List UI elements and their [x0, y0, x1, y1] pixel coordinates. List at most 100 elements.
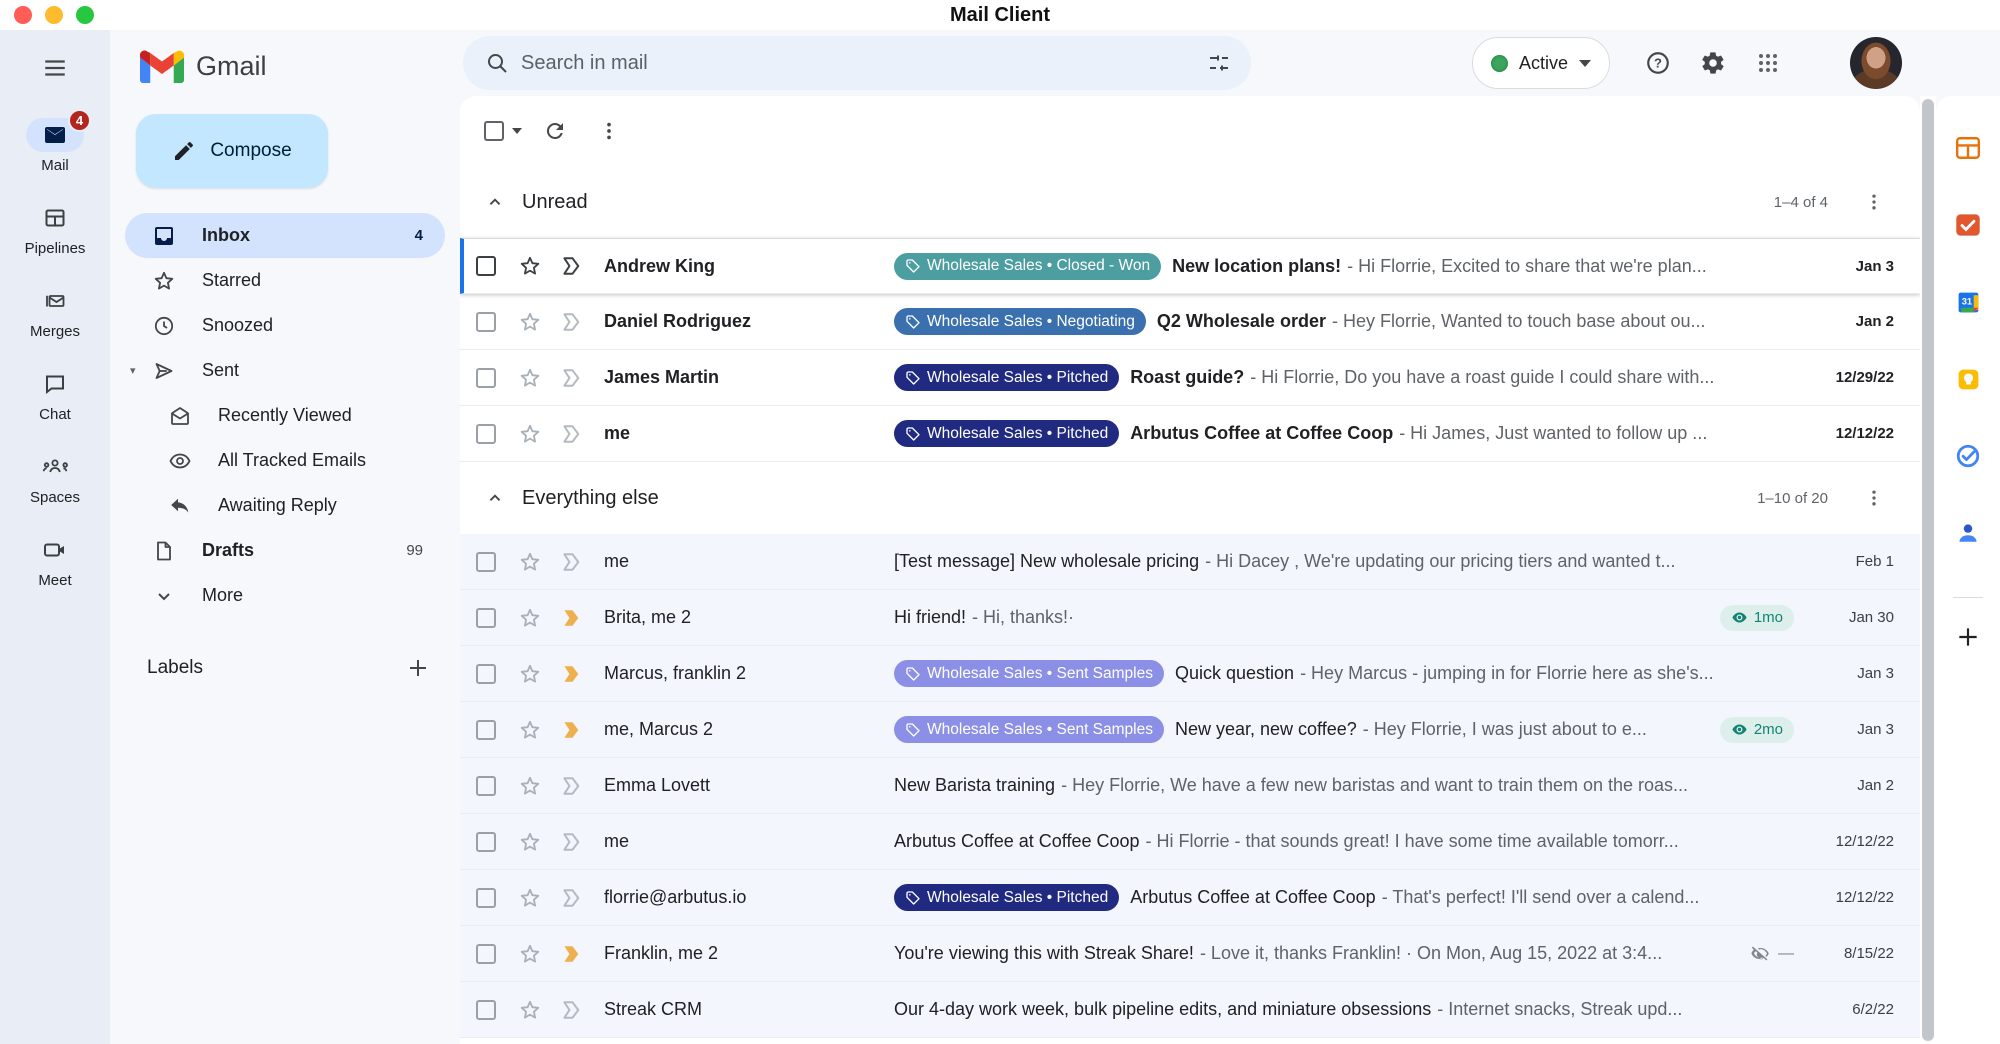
email-checkbox[interactable] [476, 608, 496, 628]
list-scrollbar[interactable] [1920, 96, 1936, 1044]
sidebar-item-more[interactable]: More [110, 573, 445, 618]
gear-icon[interactable] [1689, 39, 1737, 87]
more-options-kebab-icon[interactable] [588, 110, 630, 152]
tasks-icon[interactable] [1954, 443, 1982, 469]
streak-box-icon[interactable] [560, 663, 604, 685]
star-icon[interactable] [518, 310, 560, 334]
email-row[interactable]: Franklin, me 2 You're viewing this with … [460, 926, 1920, 982]
rail-item-spaces[interactable]: Spaces [26, 450, 84, 506]
email-checkbox[interactable] [476, 776, 496, 796]
zoom-window-icon[interactable] [76, 6, 94, 24]
pipeline-stage-badge[interactable]: Wholesale Sales • Sent Samples [894, 660, 1164, 687]
streak-box-icon[interactable] [560, 607, 604, 629]
chevron-up-icon[interactable] [484, 487, 506, 509]
select-caret-icon[interactable] [512, 128, 522, 134]
email-row[interactable]: me [Test message] New wholesale pricing … [460, 534, 1920, 590]
star-icon[interactable] [518, 774, 560, 798]
email-checkbox[interactable] [476, 1000, 496, 1020]
email-row[interactable]: me Arbutus Coffee at Coffee Coop - Hi Fl… [460, 814, 1920, 870]
star-icon[interactable] [518, 718, 560, 742]
star-icon[interactable] [518, 254, 560, 278]
sidebar-item-starred[interactable]: Starred [110, 258, 445, 303]
search-icon[interactable] [475, 41, 519, 85]
star-icon[interactable] [518, 606, 560, 630]
email-row[interactable]: Andrew King Wholesale Sales • Closed - W… [460, 238, 1920, 294]
streak-box-icon[interactable] [560, 311, 604, 333]
streak-box-icon[interactable] [560, 943, 604, 965]
star-icon[interactable] [518, 942, 560, 966]
main-menu-icon[interactable] [31, 44, 79, 92]
email-checkbox[interactable] [476, 664, 496, 684]
email-checkbox[interactable] [476, 552, 496, 572]
email-checkbox[interactable] [476, 944, 496, 964]
sidebar-item-all-tracked-emails[interactable]: All Tracked Emails [110, 438, 445, 483]
sidebar-item-inbox[interactable]: Inbox 4 [125, 213, 445, 258]
sidebar-item-snoozed[interactable]: Snoozed [110, 303, 445, 348]
streak-box-icon[interactable] [560, 423, 604, 445]
email-row[interactable]: Marcus, franklin 2 Wholesale Sales • Sen… [460, 646, 1920, 702]
email-row[interactable]: me, Marcus 2 Wholesale Sales • Sent Samp… [460, 702, 1920, 758]
star-icon[interactable] [518, 998, 560, 1022]
search-input[interactable] [519, 51, 1197, 76]
minimize-window-icon[interactable] [45, 6, 63, 24]
pipeline-stage-badge[interactable]: Wholesale Sales • Pitched [894, 884, 1119, 911]
streak-mail-check-icon[interactable] [1954, 212, 1982, 238]
refresh-icon[interactable] [534, 110, 576, 152]
streak-box-icon[interactable] [560, 999, 604, 1021]
tune-filters-icon[interactable] [1197, 41, 1241, 85]
email-row[interactable]: Brita, me 2 Hi friend! - Hi, thanks!· 1m… [460, 590, 1920, 646]
contacts-icon[interactable] [1954, 520, 1982, 546]
sidebar-item-drafts[interactable]: Drafts 99 [110, 528, 445, 573]
sidebar-item-awaiting-reply[interactable]: Awaiting Reply [110, 483, 445, 528]
streak-box-icon[interactable] [560, 775, 604, 797]
pipeline-stage-badge[interactable]: Wholesale Sales • Pitched [894, 420, 1119, 447]
keep-icon[interactable] [1954, 366, 1982, 392]
close-window-icon[interactable] [14, 6, 32, 24]
email-checkbox[interactable] [476, 312, 496, 332]
add-label-plus-icon[interactable] [404, 654, 432, 682]
pipeline-stage-badge[interactable]: Wholesale Sales • Negotiating [894, 308, 1146, 335]
email-row[interactable]: Streak CRM Our 4-day work week, bulk pip… [460, 982, 1920, 1038]
chevron-up-icon[interactable] [484, 191, 506, 213]
streak-box-icon[interactable] [560, 719, 604, 741]
rail-item-mail[interactable]: 4 Mail [26, 118, 84, 174]
rail-item-meet[interactable]: Meet [26, 533, 84, 589]
star-icon[interactable] [518, 830, 560, 854]
star-icon[interactable] [518, 422, 560, 446]
star-icon[interactable] [518, 366, 560, 390]
streak-box-icon[interactable] [560, 551, 604, 573]
streak-box-icon[interactable] [560, 831, 604, 853]
sidebar-item-sent[interactable]: ▾ Sent [110, 348, 445, 393]
streak-pipelines-icon[interactable] [1954, 135, 1982, 161]
avatar[interactable] [1850, 37, 1902, 89]
select-all-checkbox[interactable] [484, 121, 504, 141]
pipeline-stage-badge[interactable]: Wholesale Sales • Closed - Won [894, 253, 1161, 280]
star-icon[interactable] [518, 550, 560, 574]
streak-box-icon[interactable] [560, 367, 604, 389]
email-checkbox[interactable] [476, 424, 496, 444]
rail-item-merges[interactable]: Merges [26, 284, 84, 340]
star-icon[interactable] [518, 886, 560, 910]
pipeline-stage-badge[interactable]: Wholesale Sales • Sent Samples [894, 716, 1164, 743]
email-row[interactable]: me Wholesale Sales • Pitched Arbutus Cof… [460, 406, 1920, 462]
streak-box-icon[interactable] [560, 887, 604, 909]
section-kebab-icon[interactable] [1854, 478, 1894, 518]
calendar-icon[interactable]: 31 [1954, 289, 1982, 315]
expander-caret-icon[interactable]: ▾ [130, 364, 136, 377]
email-row[interactable]: florrie@arbutus.io Wholesale Sales • Pit… [460, 870, 1920, 926]
plus-icon[interactable] [1954, 624, 1982, 650]
help-icon[interactable]: ? [1634, 39, 1682, 87]
email-checkbox[interactable] [476, 256, 496, 276]
compose-button[interactable]: Compose [136, 114, 328, 188]
rail-item-pipelines[interactable]: Pipelines [25, 201, 86, 257]
email-row[interactable]: Daniel Rodriguez Wholesale Sales • Negot… [460, 294, 1920, 350]
email-checkbox[interactable] [476, 832, 496, 852]
star-icon[interactable] [518, 662, 560, 686]
apps-grid-icon[interactable] [1744, 39, 1792, 87]
email-checkbox[interactable] [476, 368, 496, 388]
email-checkbox[interactable] [476, 720, 496, 740]
email-row[interactable]: James Martin Wholesale Sales • Pitched R… [460, 350, 1920, 406]
sidebar-item-recently-viewed[interactable]: Recently Viewed [110, 393, 445, 438]
scrollbar-thumb[interactable] [1922, 99, 1934, 1041]
email-checkbox[interactable] [476, 888, 496, 908]
